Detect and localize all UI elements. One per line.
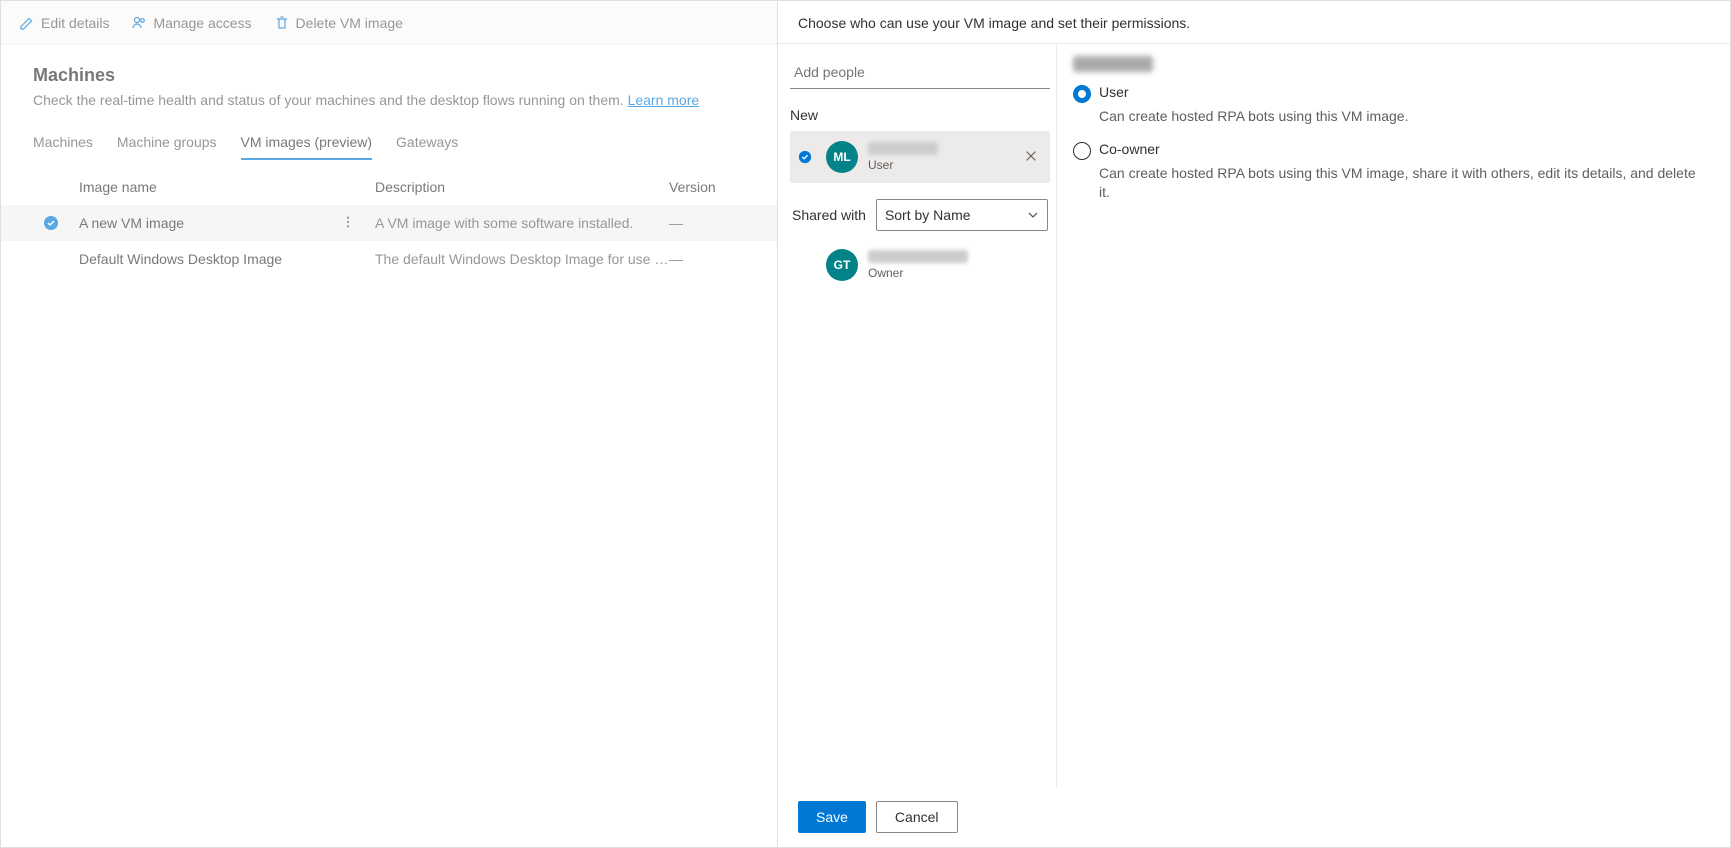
cancel-button[interactable]: Cancel bbox=[876, 801, 958, 833]
permission-user-label: User bbox=[1099, 84, 1129, 100]
main-pane: Edit details Manage access Delete VM ima… bbox=[0, 0, 778, 848]
share-panel: Choose who can use your VM image and set… bbox=[778, 0, 1731, 848]
row-name[interactable]: Default Windows Desktop Image bbox=[79, 251, 375, 267]
sort-value: Sort by Name bbox=[885, 207, 971, 223]
permission-user-desc: Can create hosted RPA bots using this VM… bbox=[1073, 107, 1710, 127]
manage-access-button[interactable]: Manage access bbox=[123, 11, 259, 35]
sort-dropdown[interactable]: Sort by Name bbox=[876, 199, 1048, 231]
tab-gateways[interactable]: Gateways bbox=[396, 126, 458, 160]
shared-with-label: Shared with bbox=[792, 207, 866, 223]
people-column: New ML User Shared with Sort by Name bbox=[778, 44, 1056, 787]
delete-vm-button[interactable]: Delete VM image bbox=[266, 11, 411, 35]
table: Image name Description Version A new VM … bbox=[1, 161, 777, 277]
permission-coowner-label: Co-owner bbox=[1099, 141, 1160, 157]
close-icon bbox=[1024, 149, 1038, 163]
tab-vm-images[interactable]: VM images (preview) bbox=[241, 126, 372, 160]
avatar: ML bbox=[826, 141, 858, 173]
people-icon bbox=[131, 15, 147, 31]
person-name-redacted bbox=[868, 250, 968, 263]
radio-unchecked-icon[interactable] bbox=[1073, 142, 1091, 160]
page-title: Machines bbox=[33, 65, 745, 86]
learn-more-link[interactable]: Learn more bbox=[628, 92, 700, 108]
person-role: User bbox=[868, 158, 1010, 172]
row-version: — bbox=[669, 251, 745, 267]
avatar: GT bbox=[826, 249, 858, 281]
col-header-desc[interactable]: Description bbox=[375, 179, 669, 195]
permissions-column: User Can create hosted RPA bots using th… bbox=[1056, 44, 1730, 787]
permission-coowner-option[interactable]: Co-owner bbox=[1073, 141, 1710, 160]
row-desc: A VM image with some software installed. bbox=[375, 215, 669, 231]
radio-checked-icon[interactable] bbox=[1073, 85, 1091, 103]
row-more-icon[interactable] bbox=[341, 215, 355, 232]
table-row[interactable]: A new VM image A VM image with some soft… bbox=[1, 205, 777, 241]
col-header-version[interactable]: Version bbox=[669, 179, 745, 195]
permission-coowner-desc: Can create hosted RPA bots using this VM… bbox=[1073, 164, 1710, 203]
main-content: Machines Check the real-time health and … bbox=[1, 45, 777, 161]
shared-person-row[interactable]: GT Owner bbox=[790, 239, 1050, 291]
save-button[interactable]: Save bbox=[798, 801, 866, 833]
person-role: Owner bbox=[868, 266, 1042, 280]
person-name-redacted bbox=[868, 142, 938, 155]
col-header-name[interactable]: Image name bbox=[79, 179, 375, 195]
delete-vm-label: Delete VM image bbox=[296, 15, 403, 31]
table-header: Image name Description Version bbox=[1, 161, 777, 205]
row-desc: The default Windows Desktop Image for us… bbox=[375, 251, 669, 267]
tab-machines[interactable]: Machines bbox=[33, 126, 93, 160]
page-subtitle: Check the real-time health and status of… bbox=[33, 92, 745, 108]
manage-access-label: Manage access bbox=[153, 15, 251, 31]
panel-footer: Save Cancel bbox=[778, 787, 1730, 847]
permission-user-option[interactable]: User bbox=[1073, 84, 1710, 103]
new-person-row[interactable]: ML User bbox=[790, 131, 1050, 183]
table-row[interactable]: Default Windows Desktop Image The defaul… bbox=[1, 241, 777, 277]
person-check-icon[interactable] bbox=[798, 150, 816, 164]
row-check-icon[interactable] bbox=[43, 215, 79, 231]
edit-details-label: Edit details bbox=[41, 15, 109, 31]
pencil-icon bbox=[19, 15, 35, 31]
row-name[interactable]: A new VM image bbox=[79, 215, 375, 231]
panel-header: Choose who can use your VM image and set… bbox=[778, 1, 1730, 44]
edit-details-button[interactable]: Edit details bbox=[11, 11, 117, 35]
new-section-label: New bbox=[790, 107, 1050, 123]
chevron-down-icon bbox=[1027, 209, 1039, 221]
permissions-title-redacted bbox=[1073, 56, 1153, 72]
tabs: Machines Machine groups VM images (previ… bbox=[33, 126, 745, 161]
row-version: — bbox=[669, 215, 745, 231]
add-people-input[interactable] bbox=[790, 56, 1050, 89]
tab-machine-groups[interactable]: Machine groups bbox=[117, 126, 217, 160]
trash-icon bbox=[274, 15, 290, 31]
remove-person-button[interactable] bbox=[1020, 145, 1042, 170]
toolbar: Edit details Manage access Delete VM ima… bbox=[1, 1, 777, 45]
